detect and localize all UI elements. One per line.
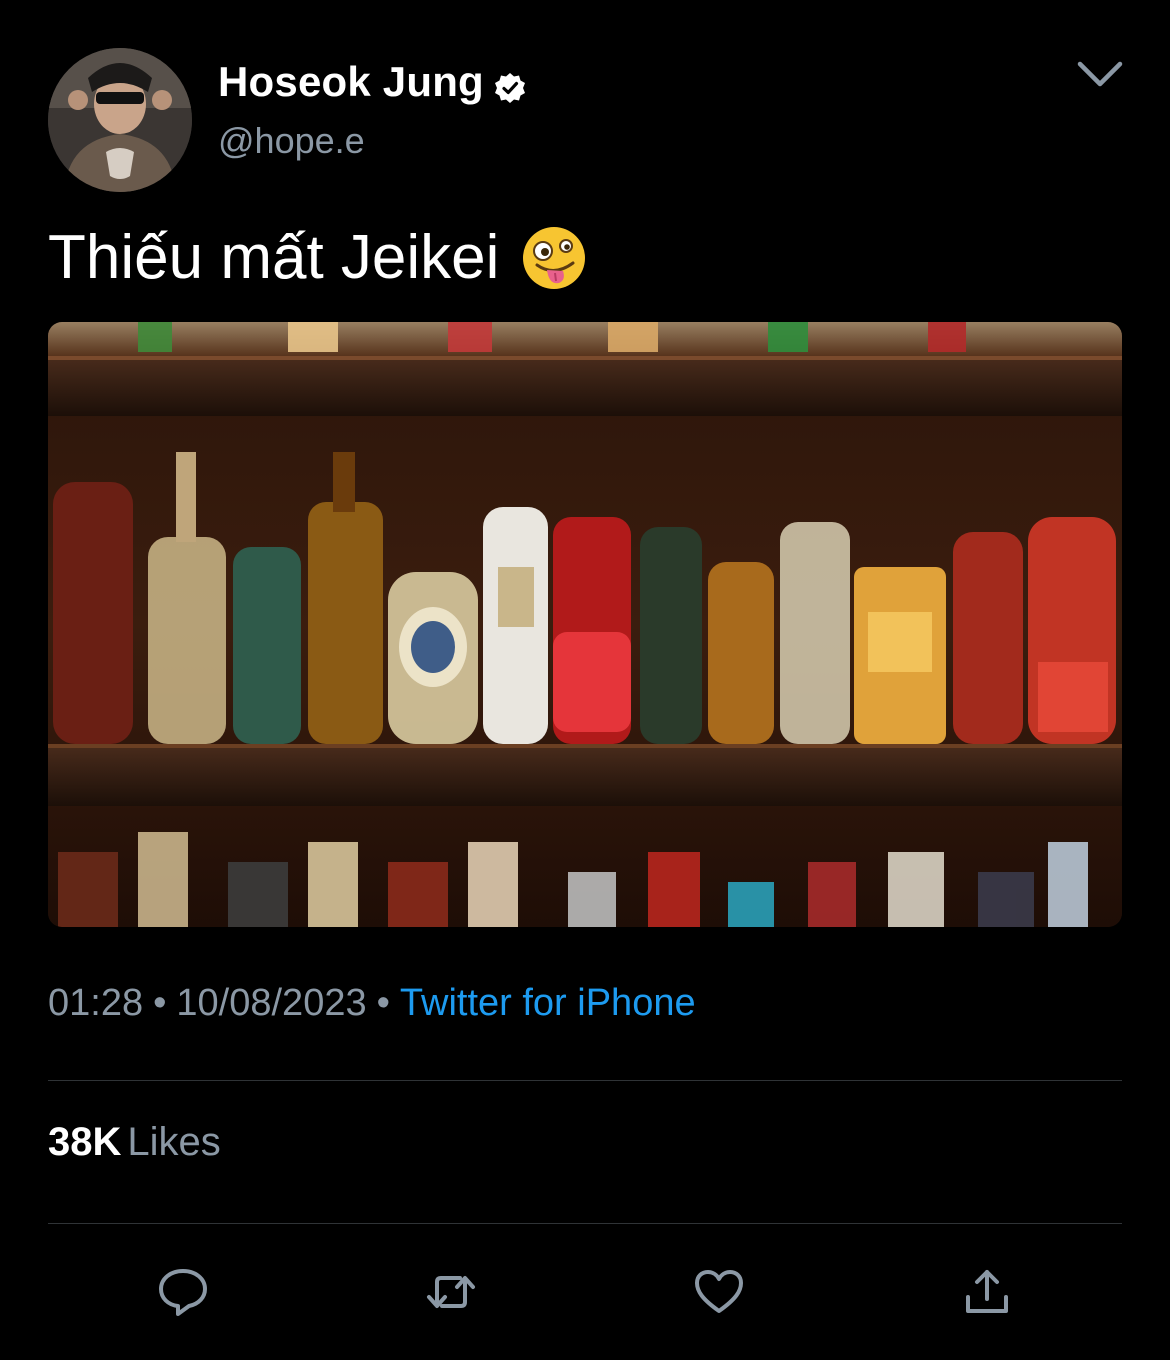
tweet-time: 01:28 [48, 982, 144, 1024]
display-name[interactable]: Hoseok Jung [218, 58, 526, 106]
tweet-detail: Hoseok Jung @hope.e Thiếu mất Jeikei 01:… [0, 0, 1170, 1360]
tweet-date: 10/08/2023 [176, 982, 367, 1024]
retweet-icon [427, 1276, 475, 1308]
avatar[interactable] [48, 48, 192, 192]
meta-separator: • [153, 982, 167, 1024]
reply-icon [159, 1269, 207, 1316]
tweet-text: Thiếu mất Jeikei [48, 222, 587, 293]
retweet-button[interactable] [421, 1262, 481, 1322]
tweet-text-content: Thiếu mất Jeikei [48, 223, 500, 292]
likes-count: 38K [48, 1120, 122, 1164]
heart-icon [695, 1270, 743, 1313]
tweet-media-image[interactable] [48, 322, 1122, 927]
display-name-text: Hoseok Jung [218, 58, 484, 105]
share-button[interactable] [957, 1262, 1017, 1322]
divider [48, 1080, 1122, 1081]
likes-stat[interactable]: 38K Likes [48, 1120, 221, 1165]
reply-button[interactable] [153, 1262, 213, 1322]
meta-separator: • [376, 982, 390, 1024]
avatar-image [48, 48, 192, 192]
tweet-meta: 01:28 • 10/08/2023 • Twitter for iPhone [48, 982, 696, 1025]
verified-badge-icon [494, 66, 526, 103]
share-icon [966, 1270, 1008, 1313]
like-button[interactable] [689, 1262, 749, 1322]
chevron-down-icon[interactable] [1074, 56, 1126, 92]
bar-shelves-photo-icon [48, 322, 1122, 927]
handle[interactable]: @hope.e [218, 120, 365, 162]
source-link[interactable]: Twitter for iPhone [400, 982, 696, 1024]
divider [48, 1223, 1122, 1224]
likes-label: Likes [127, 1120, 221, 1164]
zany-face-emoji-icon [521, 225, 587, 291]
